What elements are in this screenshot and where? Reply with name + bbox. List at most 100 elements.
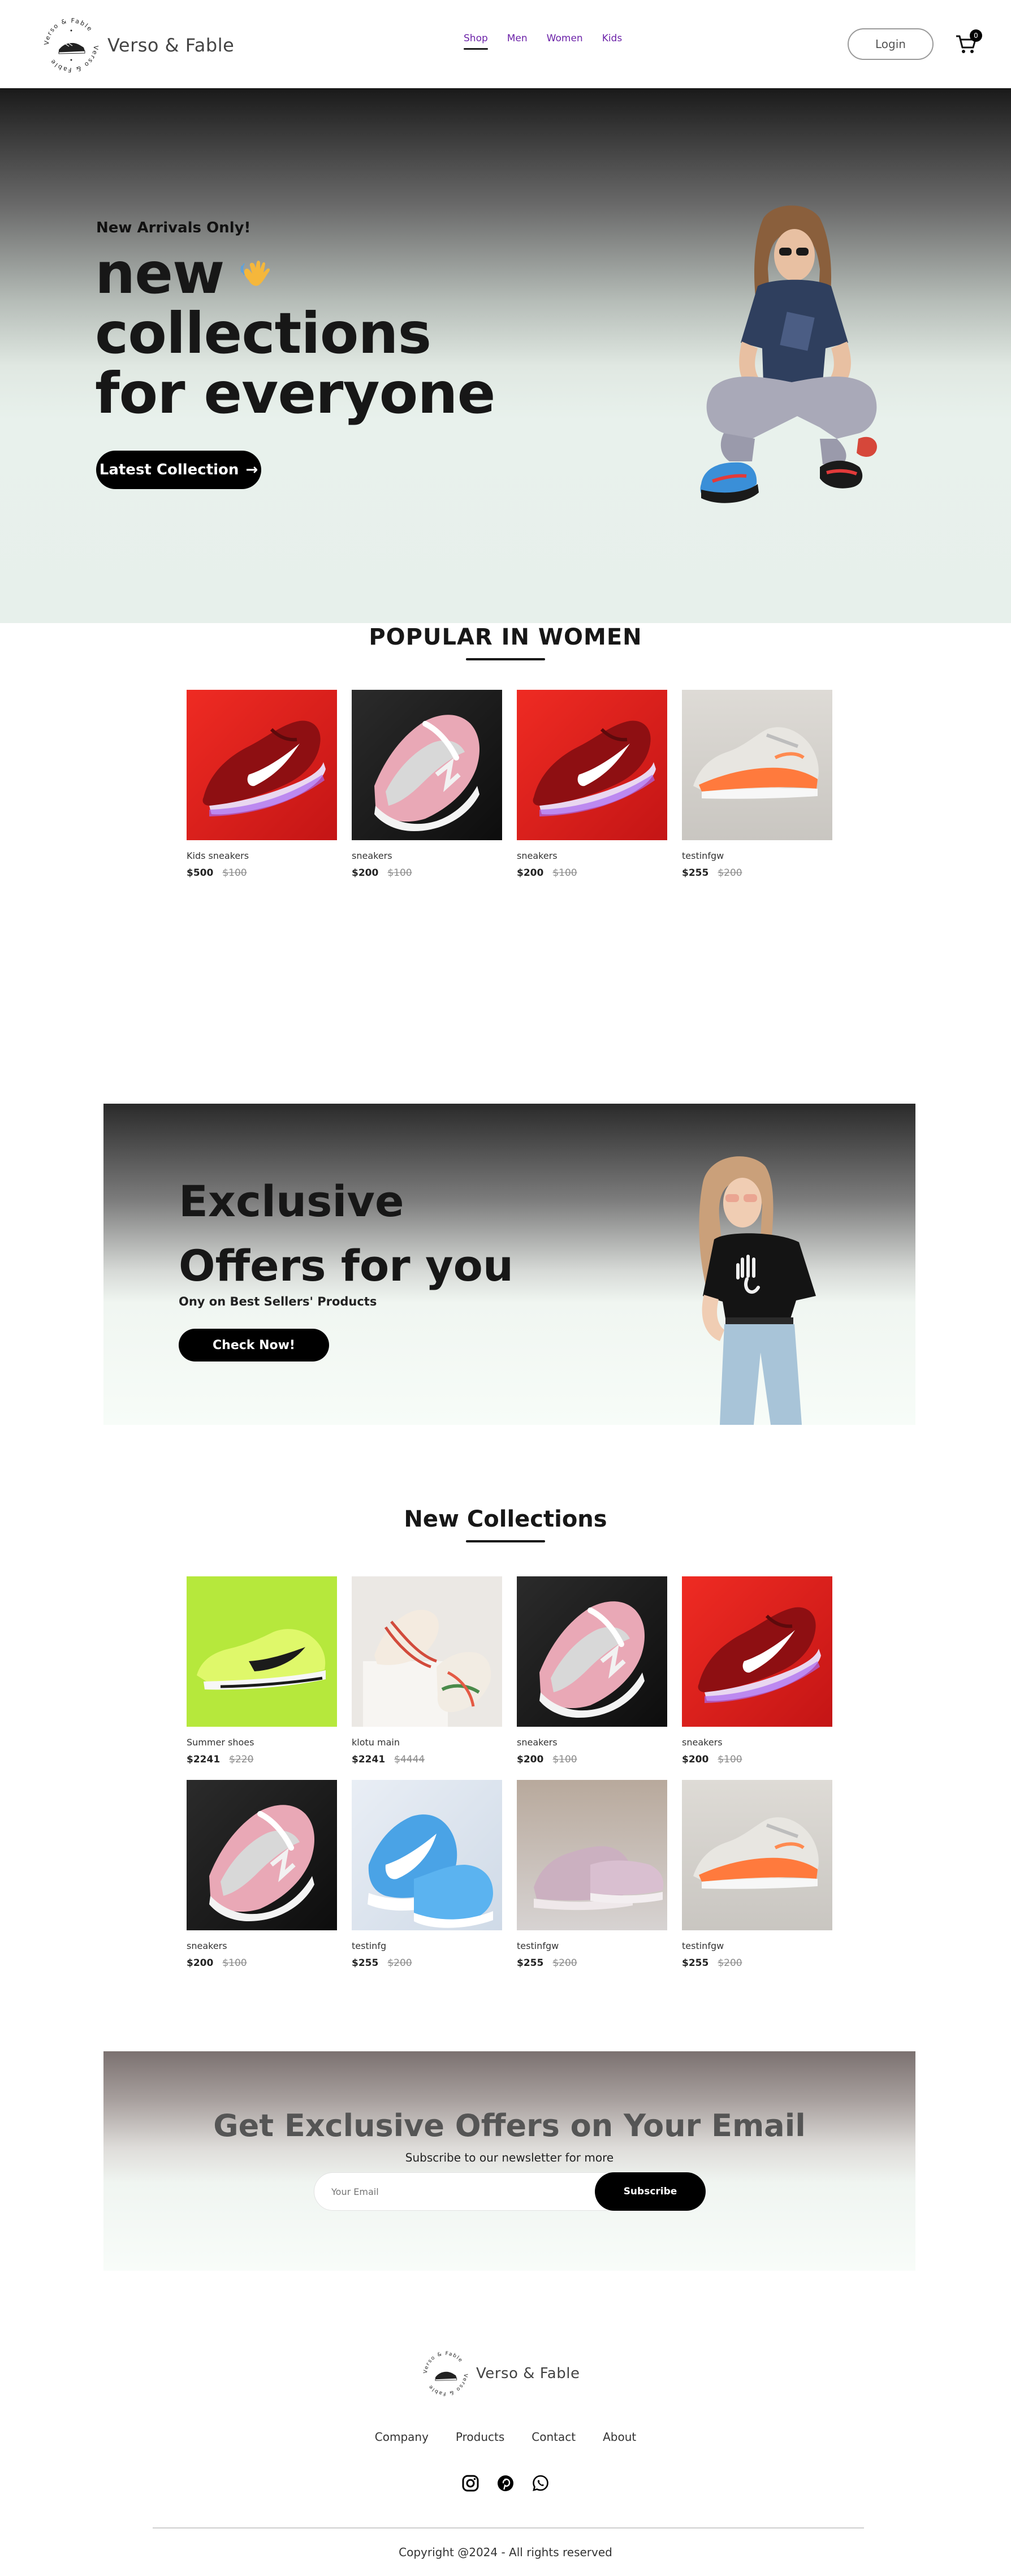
product-old-price: $200 [718, 867, 742, 879]
product-card[interactable]: Summer shoes $2241 $220 [187, 1576, 337, 1765]
product-image[interactable] [517, 690, 667, 840]
product-prices: $200 $100 [352, 867, 502, 879]
product-card[interactable]: sneakers $200 $100 [517, 690, 667, 879]
newsletter-section: Get Exclusive Offers on Your Email Subsc… [103, 2051, 915, 2271]
product-image[interactable] [187, 1780, 337, 1930]
product-name[interactable]: Summer shoes [187, 1737, 337, 1748]
newsletter-form: Subscribe [314, 2172, 706, 2211]
instagram-link[interactable] [459, 2472, 482, 2495]
arrow-right-icon: → [245, 461, 258, 478]
product-image[interactable] [187, 690, 337, 840]
product-price: $255 [352, 1957, 379, 1969]
product-image[interactable] [352, 1780, 502, 1930]
new-collections-heading: New Collections [0, 1506, 1011, 1542]
main-nav: Shop Men Women Kids [464, 33, 641, 50]
product-name[interactable]: testinfg [352, 1940, 502, 1952]
login-button[interactable]: Login [848, 28, 934, 60]
heading-underline [466, 658, 545, 660]
product-card[interactable]: klotu main $2241 $4444 [352, 1576, 502, 1765]
copyright-text: Copyright @2024 - All rights reserved [399, 2545, 612, 2559]
latest-collection-button[interactable]: Latest Collection → [96, 451, 261, 489]
product-old-price: $100 [222, 867, 247, 879]
pinterest-link[interactable] [494, 2472, 517, 2495]
product-prices: $2241 $4444 [352, 1754, 502, 1765]
footer-link-products[interactable]: Products [456, 2430, 504, 2444]
product-image[interactable] [352, 1576, 502, 1727]
product-card[interactable]: sneakers $200 $100 [682, 1576, 832, 1765]
pinterest-icon [498, 2475, 513, 2491]
product-name[interactable]: sneakers [352, 850, 502, 862]
product-card[interactable]: sneakers $200 $100 [352, 690, 502, 879]
brand-name: Verso & Fable [476, 2365, 580, 2382]
product-old-price: $220 [229, 1754, 254, 1765]
product-price: $500 [187, 867, 214, 879]
product-old-price: $100 [718, 1754, 742, 1765]
hero-section: New Arrivals Only! new collections for e… [0, 88, 1011, 623]
product-card[interactable]: sneakers $200 $100 [517, 1576, 667, 1765]
offers-subtitle: Ony on Best Sellers' Products [179, 1295, 377, 1308]
product-old-price: $200 [387, 1957, 412, 1969]
offers-banner: Exclusive Offers for you Ony on Best Sel… [103, 1104, 915, 1425]
product-name[interactable]: Kids sneakers [187, 850, 337, 862]
logo-seal-icon: Verso & Fable Verso & Fable [41, 15, 102, 76]
footer-link-about[interactable]: About [603, 2430, 636, 2444]
whatsapp-link[interactable] [529, 2472, 552, 2495]
product-image[interactable] [352, 690, 502, 840]
product-old-price: $100 [552, 867, 577, 879]
nav-item-kids[interactable]: Kids [602, 33, 623, 50]
product-name[interactable]: sneakers [187, 1940, 337, 1952]
footer-link-company[interactable]: Company [375, 2430, 429, 2444]
nav-item-women[interactable]: Women [547, 33, 583, 50]
product-old-price: $100 [222, 1957, 247, 1969]
product-price: $2241 [352, 1754, 386, 1765]
footer-logo[interactable]: Verso & Fable Verso & Fable Verso & Fabl… [420, 2348, 580, 2400]
newsletter-title: Get Exclusive Offers on Your Email [213, 2108, 806, 2143]
product-name[interactable]: klotu main [352, 1737, 502, 1748]
product-name[interactable]: testinfgw [682, 1940, 832, 1952]
product-name[interactable]: sneakers [517, 1737, 667, 1748]
product-card[interactable]: testinfgw $255 $200 [682, 1780, 832, 1969]
hero-model-image [700, 205, 877, 503]
product-name[interactable]: sneakers [682, 1737, 832, 1748]
product-image[interactable] [517, 1576, 667, 1727]
product-prices: $255 $200 [352, 1957, 502, 1969]
product-prices: $255 $200 [682, 867, 832, 879]
instagram-icon [462, 2475, 479, 2492]
product-old-price: $100 [387, 867, 412, 879]
product-image[interactable] [682, 1780, 832, 1930]
product-price: $255 [517, 1957, 544, 1969]
footer-divider [153, 2527, 864, 2529]
brand-logo[interactable]: Verso & Fable Verso & Fable Verso & Fabl… [40, 14, 234, 77]
product-prices: $200 $100 [517, 1754, 667, 1765]
popular-heading: POPULAR IN WOMEN [0, 624, 1011, 660]
product-card[interactable]: Kids sneakers $500 $100 [187, 690, 337, 879]
nav-item-shop[interactable]: Shop [464, 33, 488, 50]
product-prices: $500 $100 [187, 867, 337, 879]
product-image[interactable] [517, 1780, 667, 1930]
footer-link-contact[interactable]: Contact [532, 2430, 576, 2444]
navbar: Verso & Fable Verso & Fable Verso & Fabl… [0, 0, 1011, 88]
product-price: $255 [682, 1957, 709, 1969]
product-card[interactable]: sneakers $200 $100 [187, 1780, 337, 1969]
product-card[interactable]: testinfgw $255 $200 [517, 1780, 667, 1969]
product-name[interactable]: sneakers [517, 850, 667, 862]
product-image[interactable] [682, 1576, 832, 1727]
hero-eyebrow: New Arrivals Only! [96, 219, 251, 236]
product-old-price: $200 [718, 1957, 742, 1969]
product-image[interactable] [187, 1576, 337, 1727]
product-card[interactable]: testinfg $255 $200 [352, 1780, 502, 1969]
nav-item-men[interactable]: Men [507, 33, 528, 50]
check-now-button[interactable]: Check Now! [179, 1329, 329, 1362]
whatsapp-icon [533, 2475, 548, 2491]
product-price: $200 [352, 867, 379, 879]
product-price: $200 [517, 1754, 544, 1765]
product-name[interactable]: testinfgw [682, 850, 832, 862]
product-name[interactable]: testinfgw [517, 1940, 667, 1952]
email-input[interactable] [331, 2173, 580, 2210]
subscribe-button[interactable]: Subscribe [595, 2172, 706, 2211]
product-card[interactable]: testinfgw $255 $200 [682, 690, 832, 879]
waving-hand-icon [240, 261, 270, 286]
product-old-price: $100 [552, 1754, 577, 1765]
cart-button[interactable]: 0 [955, 29, 982, 54]
product-image[interactable] [682, 690, 832, 840]
